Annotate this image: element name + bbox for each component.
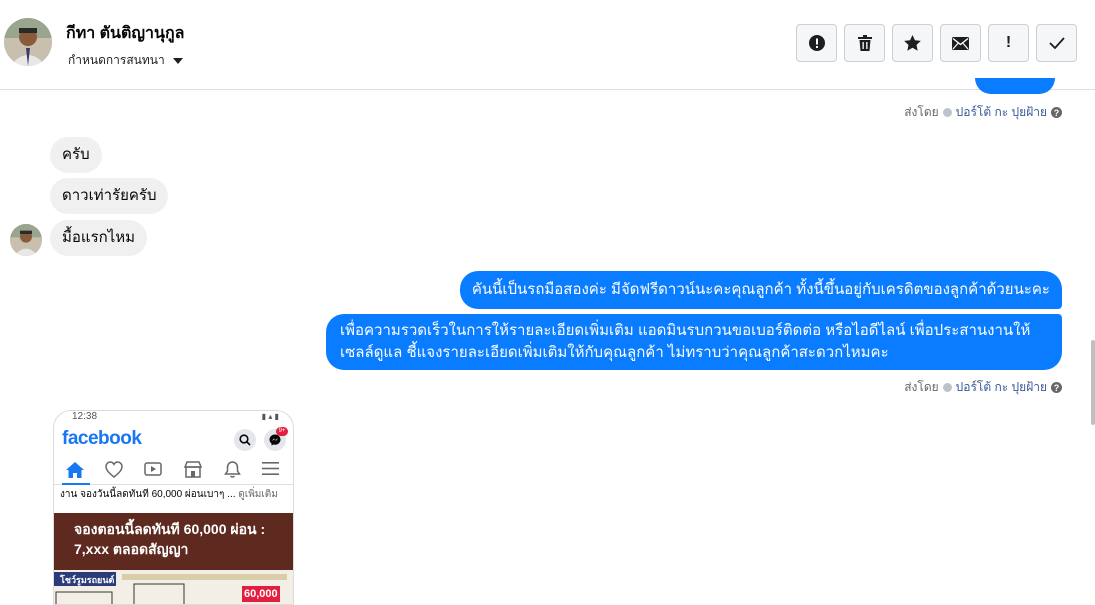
outgoing-message[interactable]: คันนี้เป็นรถมือสองค่ะ มีจัดฟรีดาวน์นะคะค…	[459, 271, 1062, 309]
help-icon[interactable]: ?	[1051, 107, 1062, 118]
post-banner: จองตอนนี้ลดทันที 60,000 ผ่อน : 7,xxx ตลอ…	[54, 513, 293, 570]
sender-avatar-dot	[942, 108, 952, 117]
post-caption: งาน จองวันนี้ลดทันที 60,000 ผ่อนเบาๆ ...	[60, 489, 236, 500]
incoming-message[interactable]: ดาวเท่ารัยครับ	[50, 178, 169, 214]
flyer-price: 60,000	[244, 588, 278, 600]
marketplace-icon	[184, 461, 202, 478]
header-toolbar: !	[796, 24, 1077, 62]
incoming-message[interactable]: มื้อแรกไหม	[50, 220, 148, 256]
contact-name[interactable]: กีทา ตันติญานุกูล	[66, 21, 184, 46]
bell-icon	[224, 461, 241, 478]
contact-avatar-small[interactable]	[10, 224, 42, 256]
envelope-icon	[952, 36, 969, 50]
status-icons: ▮ ▴ ▮	[261, 412, 279, 421]
report-spam-button[interactable]	[796, 24, 837, 62]
search-icon	[234, 429, 256, 451]
sent-by-info: ส่งโดย ปอร์โต้ กะ ปุยฝ้าย ?	[904, 103, 1062, 122]
sent-by-info: ส่งโดย ปอร์โต้ กะ ปุยฝ้าย ?	[904, 378, 1062, 397]
assign-conversation-dropdown[interactable]: กำหนดการสนทนา	[68, 51, 183, 70]
see-more-link: ดูเพิ่มเติม	[238, 489, 278, 500]
post-text: งาน จองวันนี้ลดทันที 60,000 ผ่อนเบาๆ ...…	[54, 485, 293, 513]
facebook-logo: facebook	[62, 428, 142, 449]
heart-icon	[105, 461, 123, 478]
sent-by-prefix: ส่งโดย	[904, 380, 939, 394]
star-icon	[904, 35, 921, 51]
checkmark-icon	[1048, 37, 1065, 49]
mark-unread-button[interactable]	[940, 24, 981, 62]
trash-icon	[857, 35, 872, 51]
image-attachment[interactable]: 12:38 ▮ ▴ ▮ facebook 9+ งาน จองวันนี้ลดท…	[53, 410, 294, 605]
fb-top-bar: facebook 9+	[54, 422, 293, 454]
star-button[interactable]	[892, 24, 933, 62]
sent-by-prefix: ส่งโดย	[904, 105, 939, 119]
exclamation-icon: !	[1005, 34, 1012, 51]
incoming-message[interactable]: ครับ	[50, 137, 102, 173]
outgoing-message[interactable]: เพื่อความรวดเร็วในการให้รายละเอียดเพิ่มเ…	[326, 314, 1062, 370]
phone-status-bar: 12:38 ▮ ▴ ▮	[54, 411, 293, 422]
fb-nav-bar	[54, 454, 293, 485]
thread-scrollbar[interactable]	[1091, 340, 1095, 425]
home-icon	[66, 462, 84, 478]
help-icon[interactable]: ?	[1051, 382, 1062, 393]
banner-line-1: จองตอนนี้ลดทันที 60,000 ผ่อน :	[74, 521, 266, 537]
messenger-badge: 9+	[276, 427, 288, 436]
post-flyer: โชว์รูมรถยนต์ 60,000	[54, 570, 293, 604]
assign-conversation-label: กำหนดการสนทนา	[68, 53, 165, 67]
flyer-title: โชว์รูมรถยนต์	[60, 575, 115, 585]
outgoing-bubble-partial	[975, 78, 1055, 94]
contact-avatar[interactable]	[4, 18, 52, 66]
mark-done-button[interactable]	[1036, 24, 1077, 62]
menu-icon	[262, 462, 279, 475]
sender-name[interactable]: ปอร์โต้ กะ ปุยฝ้าย	[956, 378, 1047, 397]
alert-circle-icon	[808, 35, 825, 51]
sender-avatar-dot	[942, 383, 952, 392]
conversation-header: กีทา ตันติญานุกูล กำหนดการสนทนา !	[0, 0, 1095, 90]
delete-button[interactable]	[844, 24, 885, 62]
caret-down-icon	[172, 57, 183, 64]
sender-name[interactable]: ปอร์โต้ กะ ปุยฝ้าย	[956, 103, 1047, 122]
follow-up-button[interactable]: !	[988, 24, 1029, 62]
banner-line-2: 7,xxx ตลอดสัญญา	[74, 541, 189, 557]
status-time: 12:38	[72, 411, 98, 422]
video-icon	[144, 462, 162, 476]
